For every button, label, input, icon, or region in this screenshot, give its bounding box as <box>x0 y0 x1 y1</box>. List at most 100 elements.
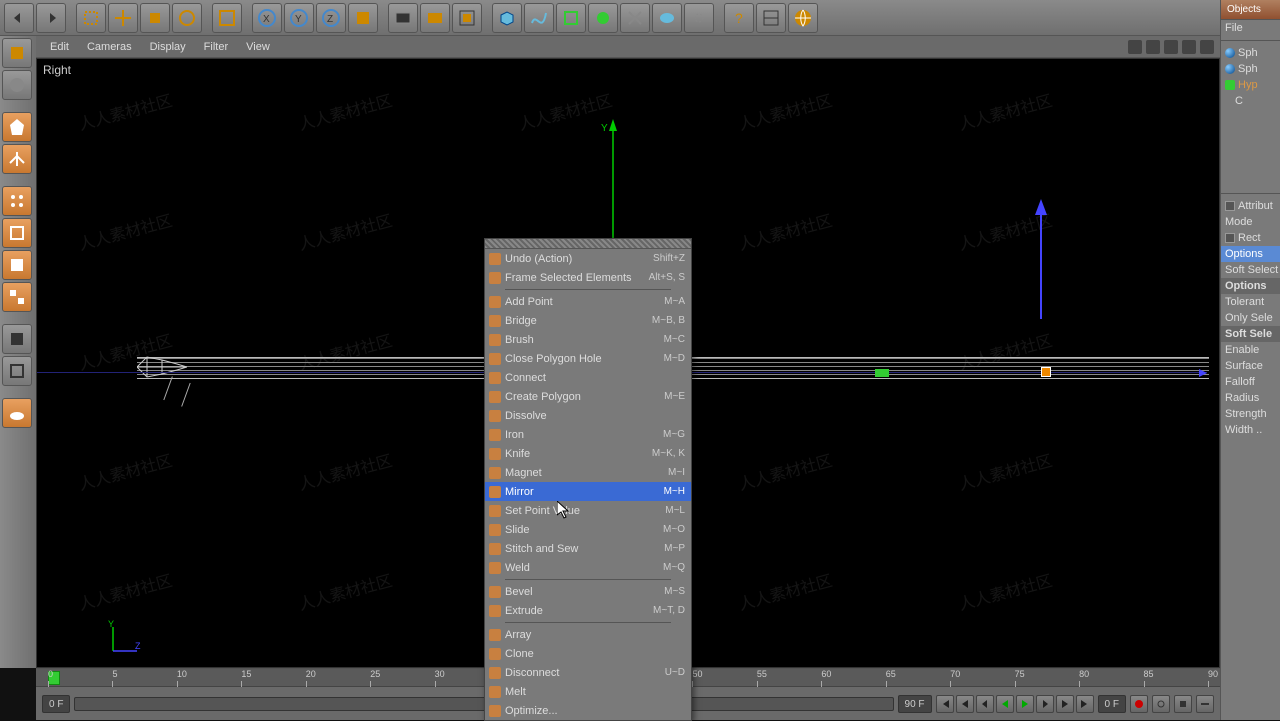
strength-option[interactable]: Strength <box>1221 406 1280 422</box>
move-tool[interactable] <box>108 3 138 33</box>
viewport-icon-5[interactable] <box>1200 40 1214 54</box>
context-menu-item-create-polygon[interactable]: Create PolygonM~E <box>485 387 691 406</box>
undo-button[interactable] <box>4 3 34 33</box>
environment-button[interactable] <box>652 3 682 33</box>
record-button[interactable] <box>1130 695 1148 713</box>
menu-display[interactable]: Display <box>142 38 194 56</box>
radius-option[interactable]: Radius <box>1221 390 1280 406</box>
live-select-tool[interactable] <box>2 38 32 68</box>
orange-handle[interactable] <box>1041 367 1051 377</box>
hierarchy-item-sphere-1[interactable]: Sph <box>1221 45 1280 61</box>
keyframe-sel-button[interactable] <box>1174 695 1192 713</box>
context-menu-item-extrude[interactable]: ExtrudeM~T, D <box>485 601 691 620</box>
attributes-tab[interactable]: Attribut <box>1221 198 1280 214</box>
hierarchy-item-hypernurbs[interactable]: Hyp <box>1221 77 1280 93</box>
goto-start-button[interactable] <box>936 695 954 713</box>
context-menu-item-stitch-and-sew[interactable]: Stitch and SewM~P <box>485 539 691 558</box>
context-menu-item-set-point-value[interactable]: Set Point ValueM~L <box>485 501 691 520</box>
context-menu-item-frame-selected-elements[interactable]: Frame Selected ElementsAlt+S, S <box>485 268 691 287</box>
context-menu-item-disconnect[interactable]: DisconnectU~D <box>485 663 691 682</box>
goto-end-button[interactable] <box>1076 695 1094 713</box>
modeling-button[interactable] <box>588 3 618 33</box>
render-settings-button[interactable] <box>452 3 482 33</box>
viewport-icon-2[interactable] <box>1146 40 1160 54</box>
options-tab-btn[interactable]: Options <box>1221 246 1280 262</box>
render-view-button[interactable] <box>388 3 418 33</box>
key-options-button[interactable] <box>1196 695 1214 713</box>
context-menu-item-mirror[interactable]: MirrorM~H <box>485 482 691 501</box>
play-button[interactable] <box>1016 695 1034 713</box>
enable-axis-button[interactable] <box>2 324 32 354</box>
context-menu-item-brush[interactable]: BrushM~C <box>485 330 691 349</box>
next-frame-button[interactable] <box>1036 695 1054 713</box>
redo-button[interactable] <box>36 3 66 33</box>
layout-button[interactable] <box>756 3 786 33</box>
only-select-option[interactable]: Only Sele <box>1221 310 1280 326</box>
autokey-button[interactable] <box>1152 695 1170 713</box>
context-menu-item-iron[interactable]: IronM~G <box>485 425 691 444</box>
mode-menu[interactable]: Mode <box>1221 214 1280 230</box>
polygons-mode-button[interactable] <box>2 250 32 280</box>
context-menu-item-melt[interactable]: Melt <box>485 682 691 701</box>
viewport-icon-3[interactable] <box>1164 40 1178 54</box>
viewport-icon-1[interactable] <box>1128 40 1142 54</box>
snap-button[interactable] <box>2 356 32 386</box>
make-editable-button[interactable] <box>2 70 32 100</box>
context-menu-item-add-point[interactable]: Add PointM~A <box>485 292 691 311</box>
x-axis-button[interactable]: X <box>252 3 282 33</box>
objects-tab[interactable]: Objects <box>1221 0 1280 20</box>
prev-key-button[interactable] <box>956 695 974 713</box>
tolerant-option[interactable]: Tolerant <box>1221 294 1280 310</box>
context-menu-item-slide[interactable]: SlideM~O <box>485 520 691 539</box>
play-back-button[interactable] <box>996 695 1014 713</box>
width-option[interactable]: Width .. <box>1221 422 1280 438</box>
frame-end-field[interactable]: 90 F <box>898 695 932 713</box>
surface-option[interactable]: Surface <box>1221 358 1280 374</box>
texture-mode-button[interactable] <box>2 282 32 312</box>
context-menu-item-knife[interactable]: KnifeM~K, K <box>485 444 691 463</box>
context-menu-item-close-polygon-hole[interactable]: Close Polygon HoleM~D <box>485 349 691 368</box>
cube-primitive-button[interactable] <box>492 3 522 33</box>
hierarchy-item-sphere-2[interactable]: Sph <box>1221 61 1280 77</box>
context-menu-grip[interactable] <box>485 239 691 249</box>
context-menu-item-optimize-[interactable]: Optimize... <box>485 701 691 720</box>
viewport-icon-4[interactable] <box>1182 40 1196 54</box>
content-browser-button[interactable] <box>788 3 818 33</box>
hierarchy-item-child[interactable]: C <box>1221 93 1280 109</box>
prev-frame-button[interactable] <box>976 695 994 713</box>
render-active-button[interactable] <box>420 3 450 33</box>
rotate-tool[interactable] <box>172 3 202 33</box>
falloff-option[interactable]: Falloff <box>1221 374 1280 390</box>
menu-cameras[interactable]: Cameras <box>79 38 140 56</box>
context-menu-item-dissolve[interactable]: Dissolve <box>485 406 691 425</box>
frame-current-field[interactable]: 0 F <box>1098 695 1126 713</box>
edges-mode-button[interactable] <box>2 218 32 248</box>
soft-selection-tab-btn[interactable]: Soft Select <box>1221 262 1280 278</box>
z-axis-button[interactable]: Z <box>316 3 346 33</box>
enable-option[interactable]: Enable <box>1221 342 1280 358</box>
context-menu-item-weld[interactable]: WeldM~Q <box>485 558 691 577</box>
select-tool[interactable] <box>76 3 106 33</box>
context-menu-item-array[interactable]: Array <box>485 625 691 644</box>
context-menu-item-bevel[interactable]: BevelM~S <box>485 582 691 601</box>
workplane-button[interactable] <box>2 398 32 428</box>
deformer-button[interactable] <box>620 3 650 33</box>
file-menu[interactable]: File <box>1221 20 1280 36</box>
camera-button[interactable] <box>684 3 714 33</box>
frame-start-field[interactable]: 0 F <box>42 695 70 713</box>
object-axis-button[interactable] <box>2 144 32 174</box>
menu-filter[interactable]: Filter <box>196 38 236 56</box>
context-menu-item-bridge[interactable]: BridgeM~B, B <box>485 311 691 330</box>
context-menu-item-undo-action-[interactable]: Undo (Action)Shift+Z <box>485 249 691 268</box>
nurbs-button[interactable] <box>556 3 586 33</box>
coord-system-button[interactable] <box>348 3 378 33</box>
context-menu-item-connect[interactable]: Connect <box>485 368 691 387</box>
help-button[interactable]: ? <box>724 3 754 33</box>
spline-button[interactable] <box>524 3 554 33</box>
points-mode-button[interactable] <box>2 186 32 216</box>
axis-navigator[interactable]: Y Z <box>105 619 145 659</box>
context-menu-item-clone[interactable]: Clone <box>485 644 691 663</box>
menu-edit[interactable]: Edit <box>42 38 77 56</box>
menu-view[interactable]: View <box>238 38 278 56</box>
model-mode-button[interactable] <box>2 112 32 142</box>
